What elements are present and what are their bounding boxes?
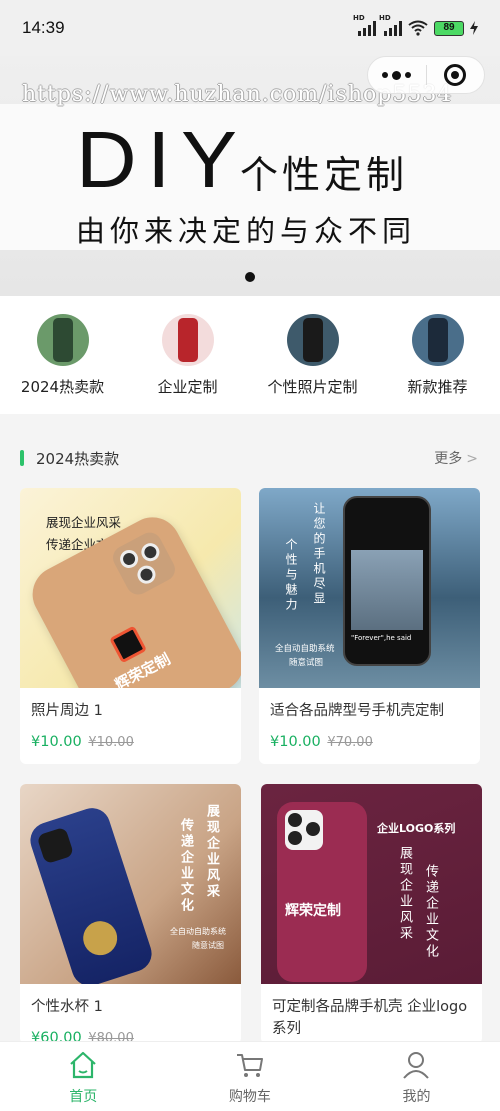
signal-icon: HD: [353, 14, 376, 36]
product-card[interactable]: 让您的手机尽显 个性与魅力 全自动自助系统 随意试图 "Forever",he …: [259, 488, 480, 764]
tab-mine[interactable]: 我的: [333, 1042, 500, 1111]
chevron-right-icon: >: [466, 451, 478, 467]
phone-case-illustration: 辉荣定制: [277, 802, 367, 982]
status-bar: 14:39 HD HD 89: [0, 0, 500, 56]
product-image[interactable]: 让您的手机尽显 个性与魅力 全自动自助系统 随意试图 "Forever",he …: [259, 488, 480, 688]
category-item-enterprise[interactable]: 企业定制: [125, 296, 250, 414]
banner-headline: DIY: [76, 115, 248, 204]
category-label: 个性照片定制: [267, 378, 358, 396]
hd-label: HD: [379, 14, 391, 22]
more-link[interactable]: 更多 >: [434, 448, 478, 468]
product-title: 个性水杯 1: [31, 999, 103, 1015]
current-price: ¥10.00: [270, 734, 321, 750]
category-item-new[interactable]: 新款推荐: [375, 296, 500, 414]
category-label: 企业定制: [157, 378, 218, 396]
tab-label: 我的: [402, 1089, 431, 1105]
image-text: 随意试图: [192, 941, 224, 950]
section-title: 2024热卖款: [36, 450, 120, 468]
current-price: ¥10.00: [31, 734, 82, 750]
image-text: 随意试图: [289, 658, 324, 668]
carousel-indicator[interactable]: [245, 272, 255, 282]
product-image[interactable]: 展现企业风采 传递企业文化 辉荣定制: [20, 488, 241, 688]
category-thumbnail: [411, 314, 464, 366]
category-nav: 2024热卖款 企业定制 个性照片定制 新款推荐: [0, 296, 500, 414]
category-label: 2024热卖款: [20, 378, 105, 396]
image-text: 展现企业风采: [204, 804, 219, 900]
status-icons: HD HD 89: [353, 14, 478, 36]
product-card[interactable]: 辉荣定制 企业LOGO系列 展现企业风采 传递企业文化 可定制各品牌手机壳 企业…: [261, 784, 482, 1044]
product-image[interactable]: 辉荣定制 企业LOGO系列 展现企业风采 传递企业文化: [261, 784, 482, 984]
image-text: 展现企业风采: [397, 846, 412, 942]
category-item-photo[interactable]: 个性照片定制: [250, 296, 375, 414]
section-header: 2024热卖款 更多 >: [0, 430, 500, 486]
category-thumbnail: [161, 314, 214, 366]
hd-label: HD: [353, 14, 365, 22]
close-target-icon[interactable]: [426, 64, 484, 86]
original-price: ¥70.00: [327, 735, 373, 750]
phone-case-illustration: [25, 803, 157, 984]
signal-icon: HD: [379, 14, 402, 36]
category-label: 新款推荐: [407, 378, 468, 396]
image-text: 企业LOGO系列: [377, 822, 456, 835]
product-price: ¥10.00 ¥70.00: [270, 734, 373, 750]
charging-icon: [470, 21, 478, 35]
wifi-icon: [408, 20, 428, 36]
section-accent-bar: [20, 450, 24, 466]
product-image[interactable]: 展现企业风采 传递企业文化 全自动自助系统 随意试图: [20, 784, 241, 984]
phone-quote-text: "Forever",he said: [351, 634, 412, 642]
banner-headline-sub: 个性定制: [240, 153, 409, 197]
category-thumbnail: [36, 314, 89, 366]
product-title: 可定制各品牌手机壳 企业logo系列: [272, 999, 468, 1037]
image-text: 个性与魅力: [284, 538, 298, 613]
product-card[interactable]: 展现企业风采 传递企业文化 辉荣定制 照片周边 1 ¥10.00 ¥10.00: [20, 488, 241, 764]
image-text: 全自动自助系统: [170, 927, 226, 936]
banner-slogan: 由你来决定的与众不同: [76, 214, 417, 248]
product-card[interactable]: 展现企业风采 传递企业文化 全自动自助系统 随意试图 个性水杯 1 ¥60.00…: [20, 784, 241, 1044]
tab-cart[interactable]: 购物车: [167, 1042, 334, 1111]
original-price: ¥10.00: [88, 735, 134, 750]
more-icon[interactable]: [368, 70, 426, 80]
more-label: 更多: [434, 451, 463, 467]
image-text: 让您的手机尽显: [312, 502, 326, 607]
tab-bar: 首页 购物车 我的: [0, 1041, 500, 1111]
tab-label: 首页: [69, 1089, 98, 1105]
image-text: 全自动自助系统: [275, 644, 335, 654]
image-text: 传递企业文化: [423, 864, 438, 960]
category-thumbnail: [286, 314, 339, 366]
tab-home[interactable]: 首页: [0, 1042, 167, 1111]
mini-program-capsule: [367, 56, 485, 94]
phone-print-text: 辉荣定制: [285, 903, 341, 919]
product-title: 适合各品牌型号手机壳定制: [270, 703, 444, 719]
category-item-hot[interactable]: 2024热卖款: [0, 296, 125, 414]
battery-icon: 89: [434, 20, 464, 36]
product-title: 照片周边 1: [31, 703, 103, 719]
home-icon: [70, 1051, 97, 1079]
image-text: 传递企业文化: [178, 818, 193, 914]
phone-illustration: "Forever",he said: [343, 496, 431, 666]
user-icon: [403, 1052, 430, 1079]
product-price: ¥10.00 ¥10.00: [31, 734, 134, 750]
image-text: 展现企业风采: [46, 515, 122, 530]
tab-label: 购物车: [228, 1089, 271, 1105]
status-time: 14:39: [22, 18, 65, 37]
cart-icon: [236, 1054, 263, 1077]
